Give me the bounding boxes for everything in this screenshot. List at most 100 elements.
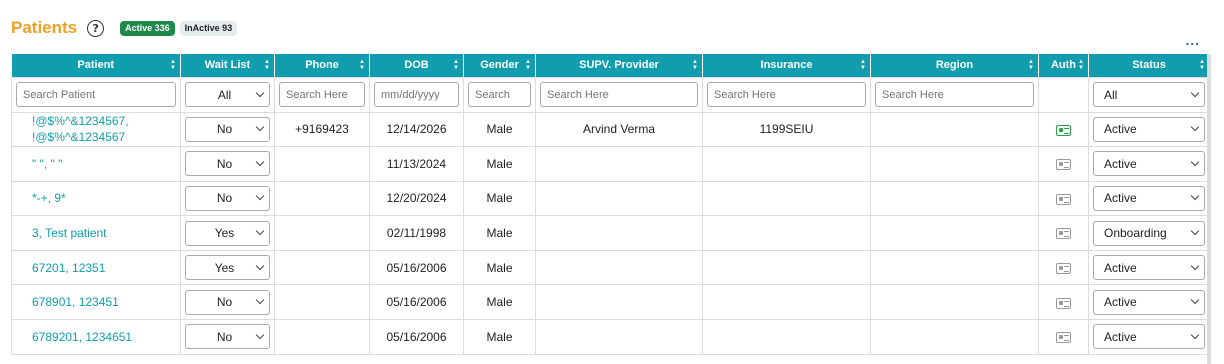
patient-name-link[interactable]: !@$%^&1234567, !@$%^&1234567 xyxy=(11,111,181,148)
dob-date-input[interactable] xyxy=(374,82,459,107)
patient-name-link[interactable]: 3, Test patient xyxy=(11,215,181,251)
dob-cell: 05/16/2006 xyxy=(369,284,464,321)
status-select[interactable]: Onboarding xyxy=(1093,220,1205,246)
vertical-scrollbar[interactable] xyxy=(1207,54,1211,364)
status-select[interactable]: Active xyxy=(1093,324,1205,350)
sort-icon[interactable]: ▲ ▼ xyxy=(359,59,365,71)
column-header-patient[interactable]: Patient ▲ ▼ xyxy=(11,54,181,77)
active-count-badge[interactable]: Active 336 xyxy=(120,20,175,36)
provider-cell xyxy=(535,319,703,355)
search-patient-input[interactable] xyxy=(16,82,176,107)
patient-name-link[interactable]: 67201, 12351 xyxy=(11,249,181,286)
id-card-icon[interactable] xyxy=(1056,297,1071,309)
column-header-wait-list[interactable]: Wait List ▲ ▼ xyxy=(180,54,275,77)
chevron-down-icon xyxy=(255,123,265,132)
chevron-down-icon xyxy=(255,157,265,167)
id-card-icon[interactable] xyxy=(1056,332,1071,344)
auth-cell xyxy=(1038,319,1089,355)
waitlist-select[interactable]: Yes xyxy=(185,220,270,246)
chevron-down-icon xyxy=(1190,296,1200,305)
status-select[interactable]: Active xyxy=(1093,289,1205,315)
chevron-down-icon xyxy=(1190,261,1200,270)
table-row[interactable]: 678901, 123451 No 05/16/2006 Male Active xyxy=(11,284,1210,321)
column-header-label: SUPV. Provider xyxy=(579,59,659,72)
insurance-cell xyxy=(702,249,871,286)
waitlist-select[interactable]: No xyxy=(185,289,270,315)
status-value: Active xyxy=(1104,260,1137,275)
table-row[interactable]: !@$%^&1234567, !@$%^&1234567 No +9169423 12… xyxy=(11,111,1210,148)
column-header-region[interactable]: Region ▲ ▼ xyxy=(870,54,1039,77)
table-row[interactable]: 3, Test patient Yes 02/11/1998 Male Onboardi… xyxy=(11,215,1210,251)
status-select[interactable]: Active xyxy=(1093,255,1205,281)
waitlist-select[interactable]: No xyxy=(185,151,270,177)
auth-filter-cell xyxy=(1038,76,1089,113)
sort-icon[interactable]: ▲ ▼ xyxy=(692,59,698,71)
inactive-count-badge[interactable]: InActive 93 xyxy=(179,20,238,36)
status-filter-select[interactable]: All xyxy=(1093,82,1205,107)
status-select[interactable]: Active xyxy=(1093,151,1205,177)
region-cell xyxy=(870,111,1039,148)
waitlist-filter-select[interactable]: All xyxy=(185,82,270,107)
search-gender-input[interactable] xyxy=(468,82,531,107)
id-card-icon[interactable] xyxy=(1056,159,1071,171)
column-header-insurance[interactable]: Insurance ▲ ▼ xyxy=(702,54,871,77)
dob-cell: 05/16/2006 xyxy=(369,249,464,286)
id-card-icon[interactable] xyxy=(1056,263,1071,274)
sort-icon[interactable]: ▲ ▼ xyxy=(264,59,270,71)
column-header-phone[interactable]: Phone ▲ ▼ xyxy=(274,54,370,77)
column-header-status[interactable]: Status ▲ ▼ xyxy=(1088,54,1210,77)
search-phone-input[interactable] xyxy=(279,82,365,107)
column-header-auth[interactable]: Auth ▲ ▼ xyxy=(1038,54,1089,77)
sort-icon[interactable]: ▲ ▼ xyxy=(525,59,531,71)
id-card-icon[interactable] xyxy=(1056,193,1071,205)
sort-icon[interactable]: ▲ ▼ xyxy=(453,59,459,71)
column-header-dob[interactable]: DOB ▲ ▼ xyxy=(369,54,464,77)
patient-name-link[interactable]: *-+, 9* xyxy=(11,180,181,217)
more-options-icon[interactable]: ... xyxy=(1185,33,1200,47)
gender-cell: Male xyxy=(463,284,536,321)
waitlist-value: No xyxy=(216,122,233,137)
id-card-icon[interactable] xyxy=(1056,228,1071,240)
chevron-down-icon xyxy=(255,261,265,270)
column-header-label: Phone xyxy=(305,59,339,72)
auth-cell xyxy=(1038,284,1089,321)
insurance-cell xyxy=(702,284,871,321)
sort-icon[interactable]: ▲ ▼ xyxy=(860,59,866,71)
phone-cell xyxy=(274,215,370,251)
insurance-cell: 1199SEIU xyxy=(702,111,871,148)
gender-cell: Male xyxy=(463,319,536,355)
status-filter-value: All xyxy=(1104,87,1118,102)
column-header-label: Region xyxy=(935,59,974,72)
sort-icon[interactable]: ▲ ▼ xyxy=(1199,59,1205,71)
sort-icon[interactable]: ▲ ▼ xyxy=(170,59,176,71)
table-row[interactable]: " ", " " No 11/13/2024 Male Active xyxy=(11,146,1210,182)
waitlist-select[interactable]: No xyxy=(185,185,270,211)
waitlist-select[interactable]: Yes xyxy=(185,255,270,281)
sort-icon[interactable]: ▲ ▼ xyxy=(1028,59,1034,71)
table-row[interactable]: 67201, 12351 Yes 05/16/2006 Male Active xyxy=(11,249,1210,286)
search-provider-input[interactable] xyxy=(540,82,698,107)
search-insurance-input[interactable] xyxy=(707,82,866,107)
status-select[interactable]: Active xyxy=(1093,185,1205,211)
id-card-icon[interactable] xyxy=(1056,124,1071,136)
waitlist-select[interactable]: No xyxy=(185,324,270,350)
patient-name-link[interactable]: 678901, 123451 xyxy=(11,284,181,321)
auth-cell xyxy=(1038,180,1089,217)
waitlist-select[interactable]: No xyxy=(185,116,270,142)
gender-cell: Male xyxy=(463,111,536,148)
column-header-label: Status xyxy=(1132,59,1166,72)
auth-cell xyxy=(1038,111,1089,148)
patient-name-link[interactable]: " ", " " xyxy=(11,146,181,182)
table-row[interactable]: 6789201, 1234651 No 05/16/2006 Male Active xyxy=(11,319,1210,355)
sort-icon[interactable]: ▲ ▼ xyxy=(1078,59,1084,71)
help-icon[interactable]: ? xyxy=(87,19,105,37)
table-row[interactable]: *-+, 9* No 12/20/2024 Male Active xyxy=(11,180,1210,217)
search-region-input[interactable] xyxy=(875,82,1034,107)
chevron-down-icon xyxy=(1190,192,1200,201)
provider-cell xyxy=(535,146,703,182)
column-header-supv-provider[interactable]: SUPV. Provider ▲ ▼ xyxy=(535,54,703,77)
patients-table: Patient ▲ ▼ Wait List ▲ ▼ Phone ▲ ▼ DOB ▲ ▼ Gender ▲ ▼… xyxy=(11,54,1211,364)
status-select[interactable]: Active xyxy=(1093,116,1205,142)
column-header-gender[interactable]: Gender ▲ ▼ xyxy=(463,54,536,77)
patient-name-link[interactable]: 6789201, 1234651 xyxy=(11,319,181,355)
